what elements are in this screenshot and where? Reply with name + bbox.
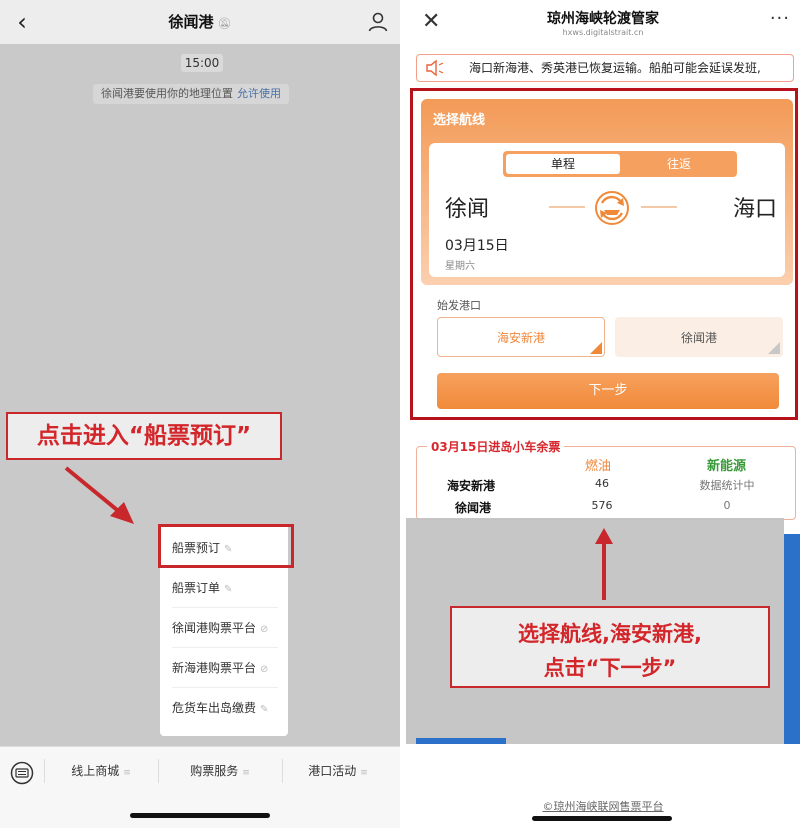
link-icon: ✎ — [260, 704, 269, 715]
row-fuel-value: 46 — [595, 477, 609, 490]
row-port-name: 徐闻港 — [455, 501, 492, 515]
trip-type-toggle: 单程 往返 — [503, 151, 737, 177]
banner-edge — [416, 738, 506, 744]
page-title: 琼州海峡轮渡管家 — [547, 11, 659, 27]
menu-icon: ≡ — [360, 768, 368, 778]
table-row: 海安新港 46 数据统计中 — [417, 477, 797, 497]
instruction-arrow — [595, 528, 613, 600]
selected-corner-icon — [590, 342, 602, 354]
departure-weekday: 星期六 — [445, 261, 475, 272]
table-row: 徐闻港 576 0 — [417, 499, 797, 519]
menu-icon: ≡ — [242, 768, 250, 778]
speaker-icon — [426, 59, 444, 77]
vehicle-ticket-stats: 03月15日进岛小车余票 燃油 新能源 海安新港 46 数据统计中 徐闻港 57… — [416, 438, 797, 520]
menu-icon: ≡ — [123, 768, 131, 778]
instruction-callout: 点击进入“船票预订” — [6, 412, 282, 460]
row-fuel-value: 576 — [591, 499, 613, 512]
highlight-box — [158, 524, 294, 568]
instruction-line-1: 选择航线,海安新港, — [518, 622, 702, 646]
user-profile-icon[interactable] — [366, 10, 390, 34]
port-option-label: 徐闻港 — [680, 331, 717, 345]
message-time: 15:00 — [181, 54, 223, 72]
tab-one-way[interactable]: 单程 — [506, 154, 620, 174]
official-account-menu-bar: 线上商城 ≡ 购票服务 ≡ 港口活动 ≡ — [0, 746, 400, 828]
banner-edge — [784, 534, 800, 744]
menu-item-ticket-orders[interactable]: 船票订单 ✎ — [172, 568, 278, 608]
tab-round-trip[interactable]: 往返 — [623, 154, 735, 174]
mini-program-icon: ⊘ — [260, 624, 269, 635]
link-icon: ✎ — [224, 584, 233, 595]
port-option-label: 海安新港 — [496, 331, 545, 345]
chat-title: 徐闻港 🔕︎ — [168, 13, 232, 31]
header-fuel: 燃油 — [585, 459, 612, 474]
mute-icon: 🔕︎ — [217, 17, 232, 30]
row-ev-value: 0 — [723, 499, 731, 512]
mini-program-icon: ⊘ — [260, 664, 269, 675]
allow-location-link[interactable]: 允许使用 — [237, 87, 281, 100]
route-selection-card: 选择航线 单程 往返 徐闻 海口 03月15日 星期六 — [421, 99, 793, 285]
port-option-haian[interactable]: 海安新港 — [437, 317, 605, 357]
unselected-corner-icon — [768, 342, 780, 354]
ferry-booking-screen: ✕ 琼州海峡轮渡管家 hxws.digitalstrait.cn ··· 海口新… — [406, 0, 800, 828]
more-options-icon[interactable]: ··· — [770, 8, 790, 29]
departure-port-label: 始发港口 — [437, 299, 481, 312]
next-step-button[interactable]: 下一步 — [437, 373, 779, 409]
announcement-text: 海口新海港、秀英港已恢复运输。船舶可能会延误发班, — [469, 61, 761, 75]
route-line — [549, 206, 585, 208]
menu-item-hazmat-payment[interactable]: 危货车出岛缴费 ✎ — [172, 688, 278, 728]
tab-port-activities[interactable]: 港口活动 ≡ — [282, 747, 394, 795]
swap-direction-icon[interactable] — [593, 189, 631, 227]
instruction-arrow — [64, 466, 134, 524]
departure-city[interactable]: 徐闻 — [445, 191, 489, 223]
row-port-name: 海安新港 — [447, 479, 496, 493]
route-line — [641, 206, 677, 208]
tab-online-mall[interactable]: 线上商城 ≡ — [44, 747, 158, 795]
menu-item-xinhai-platform[interactable]: 新海港购票平台 ⊘ — [172, 648, 278, 688]
announcement-bar[interactable]: 海口新海港、秀英港已恢复运输。船舶可能会延误发班, — [416, 54, 794, 82]
keyboard-icon[interactable] — [10, 761, 34, 785]
home-indicator — [532, 816, 672, 821]
location-permission-notice: 徐闻港要使用你的地理位置 允许使用 — [93, 84, 289, 104]
footer-link[interactable]: ©琼州海峡联网售票平台 — [406, 798, 800, 814]
route-selection-highlight: 选择航线 单程 往返 徐闻 海口 03月15日 星期六 始发港口 海安新港 徐闻… — [410, 88, 798, 420]
tab-ticket-service[interactable]: 购票服务 ≡ — [158, 747, 282, 795]
home-indicator — [130, 813, 270, 818]
stats-title: 03月15日进岛小车余票 — [427, 438, 565, 455]
departure-date[interactable]: 03月15日 — [445, 235, 509, 255]
wechat-chat-screen: ‹ 徐闻港 🔕︎ 15:00 徐闻港要使用你的地理位置 允许使用 点击进入“船票预订… — [0, 0, 400, 828]
chat-header: ‹ 徐闻港 🔕︎ — [0, 0, 400, 44]
page-url: hxws.digitalstrait.cn — [562, 28, 644, 37]
header-new-energy: 新能源 — [707, 459, 747, 474]
route-card: 单程 往返 徐闻 海口 03月15日 星期六 — [429, 143, 785, 277]
instruction-line-2: 点击“下一步” — [543, 656, 677, 680]
port-option-xuwen[interactable]: 徐闻港 — [615, 317, 783, 357]
menu-item-xuwen-platform[interactable]: 徐闻港购票平台 ⊘ — [172, 608, 278, 648]
arrival-city[interactable]: 海口 — [733, 191, 777, 223]
location-notice-text: 徐闻港要使用你的地理位置 — [101, 87, 233, 100]
section-label: 选择航线 — [433, 113, 486, 128]
instruction-callout: 选择航线,海安新港, 点击“下一步” — [450, 606, 770, 688]
row-ev-value: 数据统计中 — [699, 479, 755, 492]
